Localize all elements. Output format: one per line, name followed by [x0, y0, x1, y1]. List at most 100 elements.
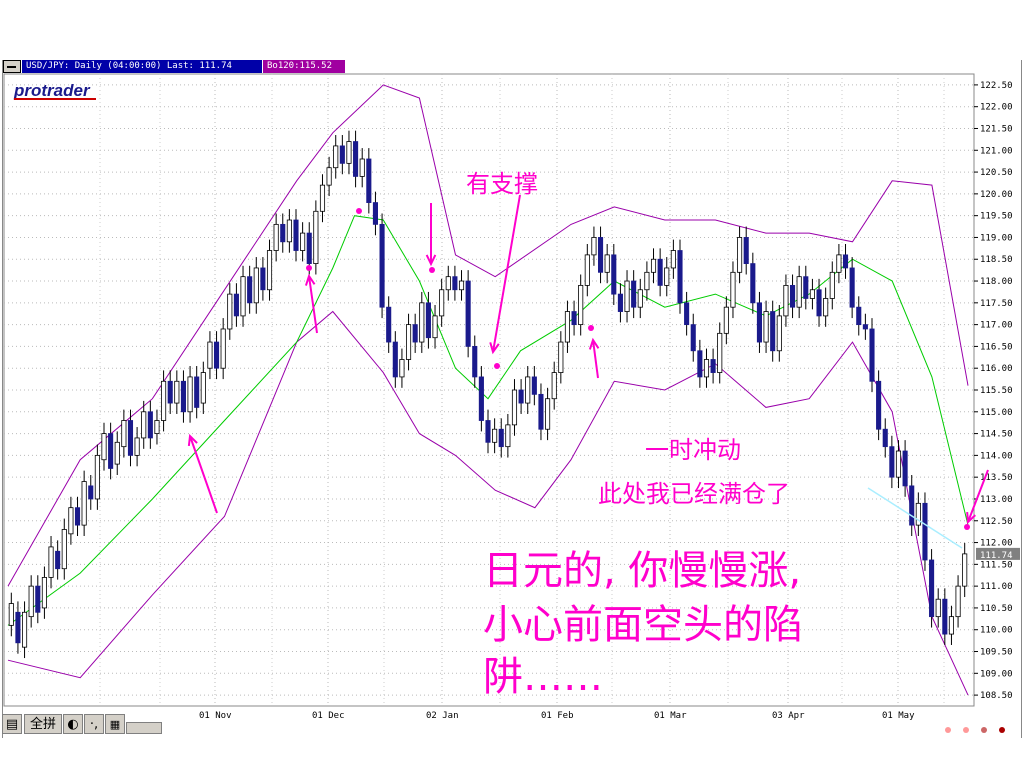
candle-body — [935, 598, 941, 618]
y-tick-label: 119.50 — [980, 212, 1013, 222]
y-tick-label: 111.50 — [980, 560, 1013, 570]
candle-body — [895, 450, 902, 478]
candle-body — [637, 289, 643, 308]
candle-body — [174, 380, 180, 404]
y-tick-label: 114.50 — [980, 430, 1013, 440]
candle-body — [81, 481, 87, 526]
candle-body — [266, 250, 273, 291]
candle-body — [498, 428, 504, 448]
candle-body — [902, 450, 908, 487]
candle-body — [829, 271, 835, 299]
candle-body — [200, 372, 206, 404]
candle-body — [842, 254, 849, 269]
candle-body — [703, 359, 710, 378]
candle-body — [809, 289, 815, 299]
candle-body — [207, 341, 213, 369]
candle-body — [41, 577, 47, 609]
candle-body — [458, 280, 465, 291]
y-tick-label: 122.50 — [980, 81, 1013, 91]
x-tick-label: 01 Nov — [199, 711, 232, 721]
candle-body — [531, 376, 537, 395]
candle-body — [697, 350, 703, 378]
candle-body — [399, 359, 405, 378]
ime-mode-button[interactable]: 全拼 — [24, 714, 62, 734]
candle-body — [240, 276, 246, 317]
keyboard-icon[interactable]: ▦ — [105, 714, 125, 734]
y-tick-label: 109.50 — [980, 648, 1013, 658]
candle-body — [339, 145, 345, 164]
menu-icon[interactable]: ▤ — [2, 714, 22, 734]
candle-body — [412, 324, 418, 343]
y-tick-label: 112.00 — [980, 539, 1013, 549]
candle-body — [783, 284, 789, 317]
candle-body — [737, 237, 743, 273]
candle-body — [180, 380, 187, 413]
y-tick-label: 118.50 — [980, 255, 1013, 265]
candle-body — [644, 271, 650, 291]
candle-body — [425, 302, 431, 339]
main-annotation-line1: 日元的, 你慢慢涨, — [483, 548, 802, 594]
x-tick-label: 01 May — [882, 711, 915, 721]
candle-body — [108, 433, 114, 469]
candle-body — [286, 219, 292, 243]
candle-body — [730, 271, 736, 308]
candle-body — [68, 507, 74, 535]
candle-body — [465, 280, 471, 347]
corner-button-2 — [981, 727, 987, 733]
candle-body — [260, 267, 266, 291]
y-tick-label: 110.50 — [980, 604, 1013, 614]
moon-icon[interactable]: ◐ — [63, 714, 83, 734]
candle-body — [823, 298, 829, 317]
candle-body — [836, 254, 842, 273]
marker-dot — [964, 524, 970, 530]
marker-dot — [356, 208, 362, 214]
candle-body — [472, 346, 478, 378]
marker-dot — [429, 267, 435, 273]
y-tick-label: 118.00 — [980, 277, 1013, 287]
candle-body — [690, 324, 696, 352]
candle-body — [485, 420, 491, 443]
candle-body — [525, 376, 531, 404]
candle-body — [571, 311, 577, 326]
candle-body — [505, 424, 511, 448]
candle-body — [677, 250, 683, 304]
candle-body — [121, 420, 127, 448]
candle-body — [280, 223, 286, 243]
candle-body — [439, 289, 445, 317]
candle-body — [889, 446, 895, 478]
candle-body — [538, 393, 544, 430]
candle-body — [359, 158, 365, 177]
candle-body — [849, 267, 855, 308]
candle-body — [948, 616, 955, 635]
candle-body — [717, 332, 723, 373]
candle-body — [955, 585, 961, 618]
impulse-annotation-line1: 一时冲动 — [645, 436, 741, 464]
candle-body — [816, 289, 822, 317]
y-tick-label: 111.00 — [980, 582, 1013, 592]
candle-body — [598, 237, 604, 273]
candle-body — [28, 585, 34, 618]
y-tick-label: 112.50 — [980, 517, 1013, 527]
candle-body — [88, 485, 94, 500]
candle-body — [114, 441, 120, 465]
candle-body — [763, 311, 769, 343]
candle-body — [869, 328, 875, 382]
ime-extra-box[interactable] — [126, 722, 162, 734]
y-tick-label: 108.50 — [980, 691, 1013, 701]
candle-body — [578, 284, 584, 326]
candle-body — [167, 380, 173, 404]
candle-body — [48, 546, 54, 578]
candle-body — [882, 428, 888, 448]
candle-body — [300, 232, 306, 251]
y-tick-label: 113.00 — [980, 495, 1013, 505]
candle-body — [862, 324, 868, 330]
candle-body — [743, 237, 749, 264]
candle-body — [346, 141, 352, 164]
candle-body — [273, 223, 279, 251]
candle-body — [942, 598, 948, 635]
y-tick-label: 121.50 — [980, 124, 1013, 134]
candle-body — [127, 420, 134, 456]
candle-body — [750, 263, 756, 304]
candle-body — [94, 454, 100, 500]
punctuation-toggle[interactable]: ·, — [84, 714, 104, 734]
